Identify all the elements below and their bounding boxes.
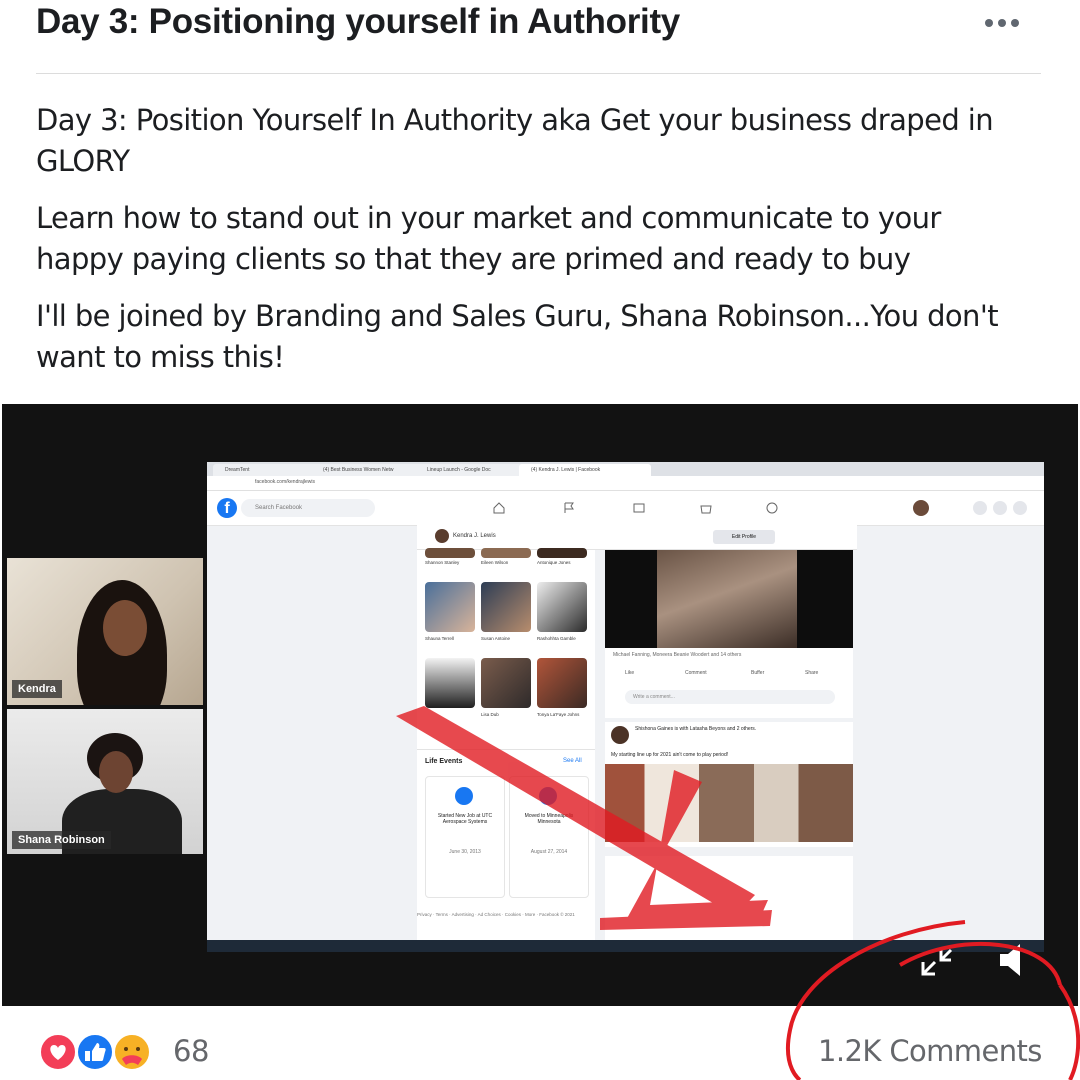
friend-photo bbox=[481, 548, 531, 558]
browser-tab: DreamTent bbox=[213, 464, 319, 476]
avatar bbox=[435, 529, 449, 543]
reaction-count[interactable]: 68 bbox=[173, 1034, 209, 1068]
url-text: facebook.com/kendrajlewis bbox=[255, 479, 316, 485]
friend-name: Shauna Terrell bbox=[425, 636, 454, 641]
friend-photo bbox=[537, 548, 587, 558]
love-reaction-icon bbox=[39, 1033, 77, 1071]
avatar bbox=[913, 500, 929, 516]
home-icon bbox=[493, 502, 505, 514]
video-post bbox=[605, 550, 853, 648]
life-events-title: Life Events bbox=[425, 758, 463, 765]
minimize-icon[interactable] bbox=[917, 944, 957, 980]
messenger-icon bbox=[993, 501, 1007, 515]
facebook-search: Search Facebook bbox=[241, 499, 375, 517]
more-options-icon[interactable] bbox=[983, 8, 1021, 38]
life-event-text: Moved to Minneapolis Minnesota bbox=[524, 813, 574, 825]
webcam-tile-shana: Shana Robinson bbox=[7, 709, 203, 854]
friend-name: Shannon Stanley bbox=[425, 560, 460, 565]
post-title: Day 3: Positioning yourself in Authority bbox=[36, 2, 680, 41]
participant-face bbox=[99, 751, 133, 793]
friend-photo bbox=[481, 582, 531, 632]
post-photo bbox=[605, 764, 853, 842]
facebook-logo-icon: f bbox=[217, 498, 237, 518]
video-player[interactable]: DreamTent (4) Best Business Women Netw L… bbox=[2, 404, 1078, 1006]
friend-photo bbox=[425, 658, 475, 708]
marketplace-icon bbox=[700, 505, 712, 514]
buffer-action: Buffer bbox=[751, 670, 765, 676]
browser-tabbar: DreamTent (4) Best Business Women Netw L… bbox=[207, 462, 1044, 476]
post-paragraph-3: I'll be joined by Branding and Sales Gur… bbox=[36, 299, 999, 374]
see-all-link: See All bbox=[563, 758, 582, 764]
facebook-navbar: f Search Facebook bbox=[207, 491, 1044, 526]
friend-name: Eileen Wilson bbox=[481, 560, 509, 565]
friend-photo bbox=[425, 582, 475, 632]
video-thumbnail bbox=[657, 550, 797, 648]
friend-name: Tonya La'Faye Johns bbox=[537, 712, 580, 717]
friend-photo bbox=[481, 658, 531, 708]
home-icon bbox=[539, 787, 557, 805]
news-feed: Michael Fanning, Moneera Beanie Woodert … bbox=[605, 550, 853, 950]
participant-face bbox=[103, 600, 147, 656]
friend-name: Lisa Dub bbox=[481, 712, 499, 717]
post-actions: Michael Fanning, Moneera Beanie Woodert … bbox=[605, 648, 853, 718]
friend-photo bbox=[425, 548, 475, 558]
browser-tab: Lineup Launch - Google Doc bbox=[415, 464, 527, 476]
facebook-footer-links: Privacy · Terms · Advertising · Ad Choic… bbox=[417, 912, 575, 917]
comment-action: Comment bbox=[685, 670, 707, 676]
reactions-summary[interactable] bbox=[38, 1032, 170, 1072]
watch-icon bbox=[633, 503, 645, 513]
add-icon bbox=[973, 501, 987, 515]
post-paragraph-2: Learn how to stand out in your market an… bbox=[36, 201, 941, 276]
reactors-text: Michael Fanning, Moneera Beanie Woodert … bbox=[613, 652, 742, 658]
like-action: Like bbox=[625, 670, 635, 676]
like-reaction-icon bbox=[76, 1033, 114, 1071]
profile-name: Kendra J. Lewis bbox=[453, 533, 496, 539]
participant-name-tag: Kendra bbox=[12, 680, 62, 698]
comment-input: Write a comment... bbox=[625, 690, 835, 704]
action-row: Like Comment Buffer Share bbox=[605, 666, 853, 682]
post-author: Shishona Gaines is with Latasha Beyons a… bbox=[635, 726, 757, 732]
notifications-icon bbox=[1013, 501, 1027, 515]
edit-profile-button: Edit Profile bbox=[713, 530, 775, 544]
friend-photo bbox=[537, 658, 587, 708]
volume-icon[interactable] bbox=[994, 938, 1034, 982]
share-action: Share bbox=[805, 670, 819, 676]
avatar bbox=[611, 726, 629, 744]
friend-photo bbox=[537, 582, 587, 632]
post-paragraph-1: Day 3: Position Yourself In Authority ak… bbox=[36, 103, 994, 178]
post-text: My starting line up for 2021 ain't come … bbox=[611, 752, 729, 758]
flag-icon bbox=[564, 502, 574, 513]
participant-name-tag: Shana Robinson bbox=[12, 831, 111, 849]
briefcase-icon bbox=[455, 787, 473, 805]
life-event-card: Started New Job at UTC Aerospace Systems… bbox=[425, 776, 505, 898]
life-event-date: June 30, 2013 bbox=[449, 849, 481, 855]
life-event-card: Moved to Minneapolis Minnesota August 27… bbox=[509, 776, 589, 898]
address-bar: facebook.com/kendrajlewis bbox=[207, 476, 1044, 491]
friend-name: Rashohhta Gamble bbox=[537, 636, 576, 641]
browser-tab: (4) Best Business Women Netw bbox=[311, 464, 423, 476]
profile-bar: Kendra J. Lewis Edit Profile bbox=[417, 525, 857, 550]
feed-post: Shishona Gaines is with Latasha Beyons a… bbox=[605, 722, 853, 847]
care-reaction-icon bbox=[113, 1033, 151, 1071]
browser-tab-active: (4) Kendra J. Lewis | Facebook bbox=[519, 464, 651, 476]
header-divider bbox=[36, 73, 1041, 74]
life-event-date: August 27, 2014 bbox=[530, 849, 568, 855]
webcam-tile-kendra: Kendra bbox=[7, 558, 203, 705]
feed-post bbox=[605, 856, 853, 946]
friend-name: Antonique Jones bbox=[537, 560, 571, 565]
life-event-text: Started New Job at UTC Aerospace Systems bbox=[437, 813, 493, 825]
comments-count-link[interactable]: 1.2K Comments bbox=[818, 1034, 1042, 1068]
friend-name: Susan Antoine bbox=[481, 636, 511, 641]
groups-icon bbox=[766, 502, 778, 514]
shared-screen: DreamTent (4) Best Business Women Netw L… bbox=[207, 462, 1044, 952]
